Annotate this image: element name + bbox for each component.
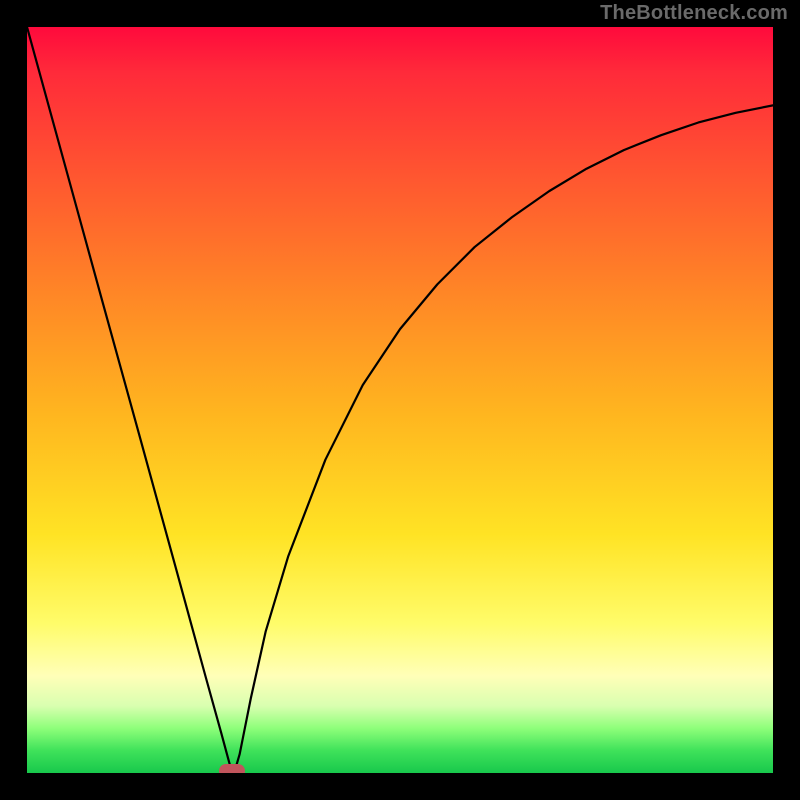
curve-layer bbox=[27, 27, 773, 773]
watermark-label: TheBottleneck.com bbox=[600, 2, 788, 25]
chart-frame: TheBottleneck.com bbox=[0, 0, 800, 800]
optimal-point-marker bbox=[219, 764, 245, 773]
bottleneck-curve bbox=[27, 27, 773, 773]
plot-area bbox=[27, 27, 773, 773]
